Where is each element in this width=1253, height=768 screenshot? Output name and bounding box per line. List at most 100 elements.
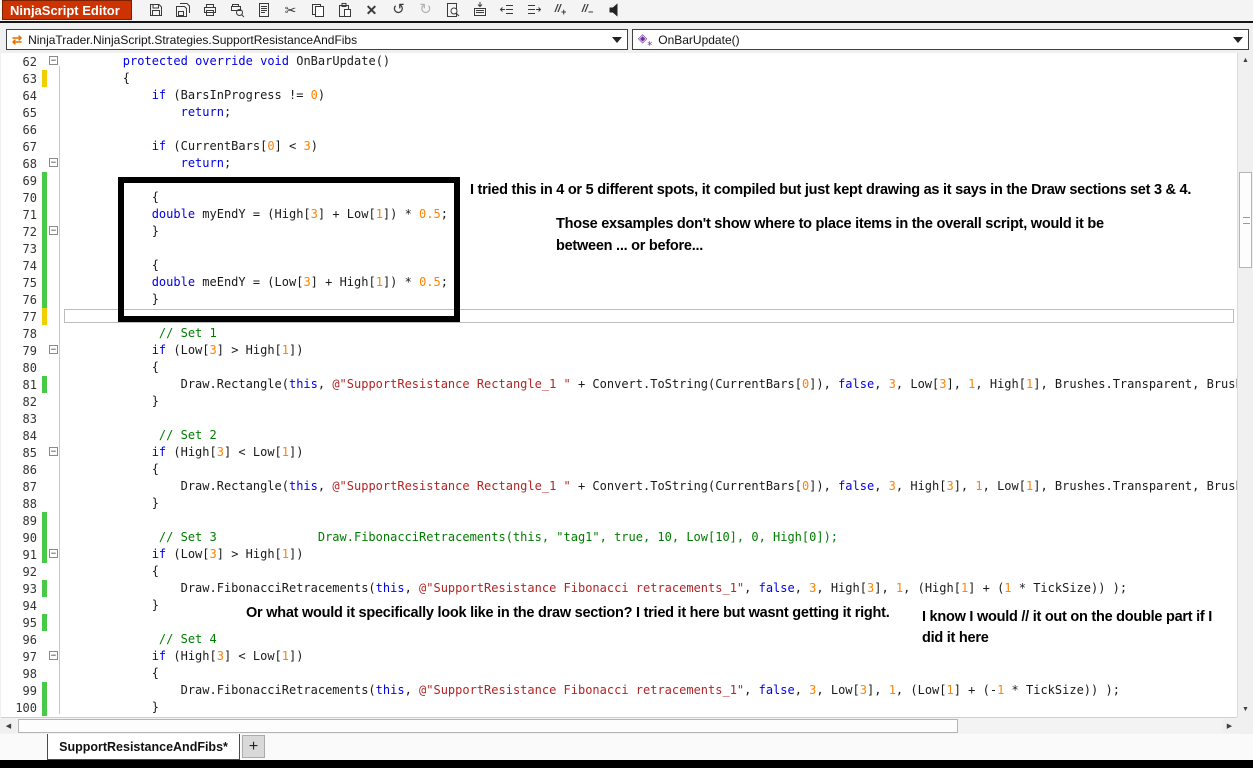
- code-text: if (BarsInProgress != 0): [151, 88, 326, 102]
- class-icon: ⇄: [12, 32, 23, 47]
- line-number: 81: [22, 377, 37, 392]
- fold-margin: [47, 104, 61, 121]
- code-line: 90 // Set 3 Draw.FibonacciRetracements(t…: [1, 529, 1237, 546]
- chevron-down-icon[interactable]: [1233, 36, 1243, 43]
- page-setup-icon[interactable]: [250, 1, 277, 20]
- line-number: 62: [22, 54, 37, 69]
- fold-margin: [47, 240, 61, 257]
- code-line: 91 if (Low[3] > High[1]): [1, 546, 1237, 563]
- fold-margin: [47, 121, 61, 138]
- outdent-icon[interactable]: [493, 1, 520, 20]
- code-text: // Set 3 Draw.FibonacciRetracements(this…: [65, 530, 839, 544]
- cut-icon[interactable]: ✂: [277, 1, 304, 20]
- code-line: 99 Draw.FibonacciRetracements(this, @"Su…: [1, 682, 1237, 699]
- annotation-note-3: Or what would it specifically look like …: [246, 605, 890, 621]
- uncomment-icon[interactable]: //−: [574, 1, 601, 20]
- fold-collapse-marker[interactable]: [47, 53, 61, 70]
- line-number: 95: [22, 615, 37, 630]
- fold-collapse-marker[interactable]: [47, 648, 61, 665]
- paste-icon[interactable]: [331, 1, 358, 20]
- code-text: {: [65, 360, 159, 374]
- fold-margin: [47, 206, 61, 223]
- redo-icon[interactable]: ↻: [412, 1, 439, 20]
- line-number: 70: [22, 190, 37, 205]
- line-number: 74: [22, 258, 37, 273]
- fold-margin: [47, 291, 61, 308]
- scroll-down-button[interactable]: ▼: [1238, 702, 1253, 717]
- code-text: if (Low[3] > High[1]): [151, 343, 304, 357]
- print-preview-icon[interactable]: [223, 1, 250, 20]
- line-number: 87: [22, 479, 37, 494]
- line-number: 100: [15, 700, 37, 715]
- tab-supportresistanceandfibs[interactable]: SupportResistanceAndFibs*: [47, 734, 240, 760]
- code-line: 82 }: [1, 393, 1237, 410]
- line-number: 67: [22, 139, 37, 154]
- horizontal-scrollbar-thumb[interactable]: [18, 719, 958, 733]
- code-line: 93 Draw.FibonacciRetracements(this, @"Su…: [1, 580, 1237, 597]
- fold-margin: [47, 512, 61, 529]
- code-line: 100 }: [1, 699, 1237, 716]
- undo-icon[interactable]: ↺: [385, 1, 412, 20]
- fold-collapse-marker[interactable]: [47, 342, 61, 359]
- fold-collapse-marker[interactable]: [47, 546, 61, 563]
- code-text: Draw.Rectangle(this, @"SupportResistance…: [65, 479, 1237, 493]
- code-line: 87 Draw.Rectangle(this, @"SupportResista…: [1, 478, 1237, 495]
- copy-icon[interactable]: [304, 1, 331, 20]
- line-number: 99: [22, 683, 37, 698]
- line-number: 65: [22, 105, 37, 120]
- save-icon[interactable]: [142, 1, 169, 20]
- code-line: 84 // Set 2: [1, 427, 1237, 444]
- ninjascript-editor-window: NinjaScript Editor ✂ ✕ ↺ ↻ //+//− ⇄ NinjaTra…: [0, 0, 1253, 768]
- annotation-rectangle: [118, 177, 460, 322]
- scroll-up-button[interactable]: ▲: [1238, 53, 1253, 68]
- code-line: 88 }: [1, 495, 1237, 512]
- method-dropdown[interactable]: ◈⁎ OnBarUpdate(): [632, 29, 1249, 50]
- scroll-right-button[interactable]: ▶: [1222, 719, 1237, 733]
- code-text: // Set 4: [65, 632, 217, 646]
- fold-margin: [47, 172, 61, 189]
- line-number: 80: [22, 360, 37, 375]
- fold-collapse-marker[interactable]: [47, 223, 61, 240]
- fold-collapse-marker[interactable]: [47, 155, 61, 172]
- new-tab-button[interactable]: +: [242, 735, 265, 758]
- scroll-left-button[interactable]: ◀: [1, 719, 16, 733]
- code-line: 62 protected override void OnBarUpdate(): [1, 53, 1237, 70]
- code-text: // Set 2: [65, 428, 217, 442]
- indent-icon[interactable]: [520, 1, 547, 20]
- mute-icon[interactable]: [601, 1, 628, 20]
- code-text: {: [65, 462, 159, 476]
- line-number: 97: [22, 649, 37, 664]
- fold-margin: [47, 410, 61, 427]
- save-all-icon[interactable]: [169, 1, 196, 20]
- comment-icon[interactable]: //+: [547, 1, 574, 20]
- line-number: 79: [22, 343, 37, 358]
- code-line: 83: [1, 410, 1237, 427]
- class-dropdown[interactable]: ⇄ NinjaTrader.NinjaScript.Strategies.Sup…: [6, 29, 628, 50]
- horizontal-scrollbar[interactable]: ◀ ▶: [1, 717, 1237, 734]
- code-text: return;: [180, 156, 232, 170]
- fold-margin: [47, 359, 61, 376]
- fold-collapse-marker[interactable]: [47, 444, 61, 461]
- line-number: 84: [22, 428, 37, 443]
- line-number: 90: [22, 530, 37, 545]
- fold-margin: [47, 189, 61, 206]
- fold-margin: [47, 274, 61, 291]
- navigation-bar: ⇄ NinjaTrader.NinjaScript.Strategies.Sup…: [0, 23, 1253, 53]
- fold-margin: [47, 87, 61, 104]
- fold-margin: [47, 597, 61, 614]
- find-icon[interactable]: [439, 1, 466, 20]
- line-number: 86: [22, 462, 37, 477]
- fold-margin: [47, 376, 61, 393]
- code-line: 79 if (Low[3] > High[1]): [1, 342, 1237, 359]
- delete-icon[interactable]: ✕: [358, 1, 385, 20]
- code-line: 85 if (High[3] < Low[1]): [1, 444, 1237, 461]
- code-text: }: [65, 700, 159, 714]
- code-text: if (Low[3] > High[1]): [151, 547, 304, 561]
- line-number: 94: [22, 598, 37, 613]
- code-line: 64 if (BarsInProgress != 0): [1, 87, 1237, 104]
- fold-margin: [47, 478, 61, 495]
- compile-icon[interactable]: [466, 1, 493, 20]
- code-text: }: [65, 496, 159, 510]
- chevron-down-icon[interactable]: [612, 36, 622, 43]
- print-icon[interactable]: [196, 1, 223, 20]
